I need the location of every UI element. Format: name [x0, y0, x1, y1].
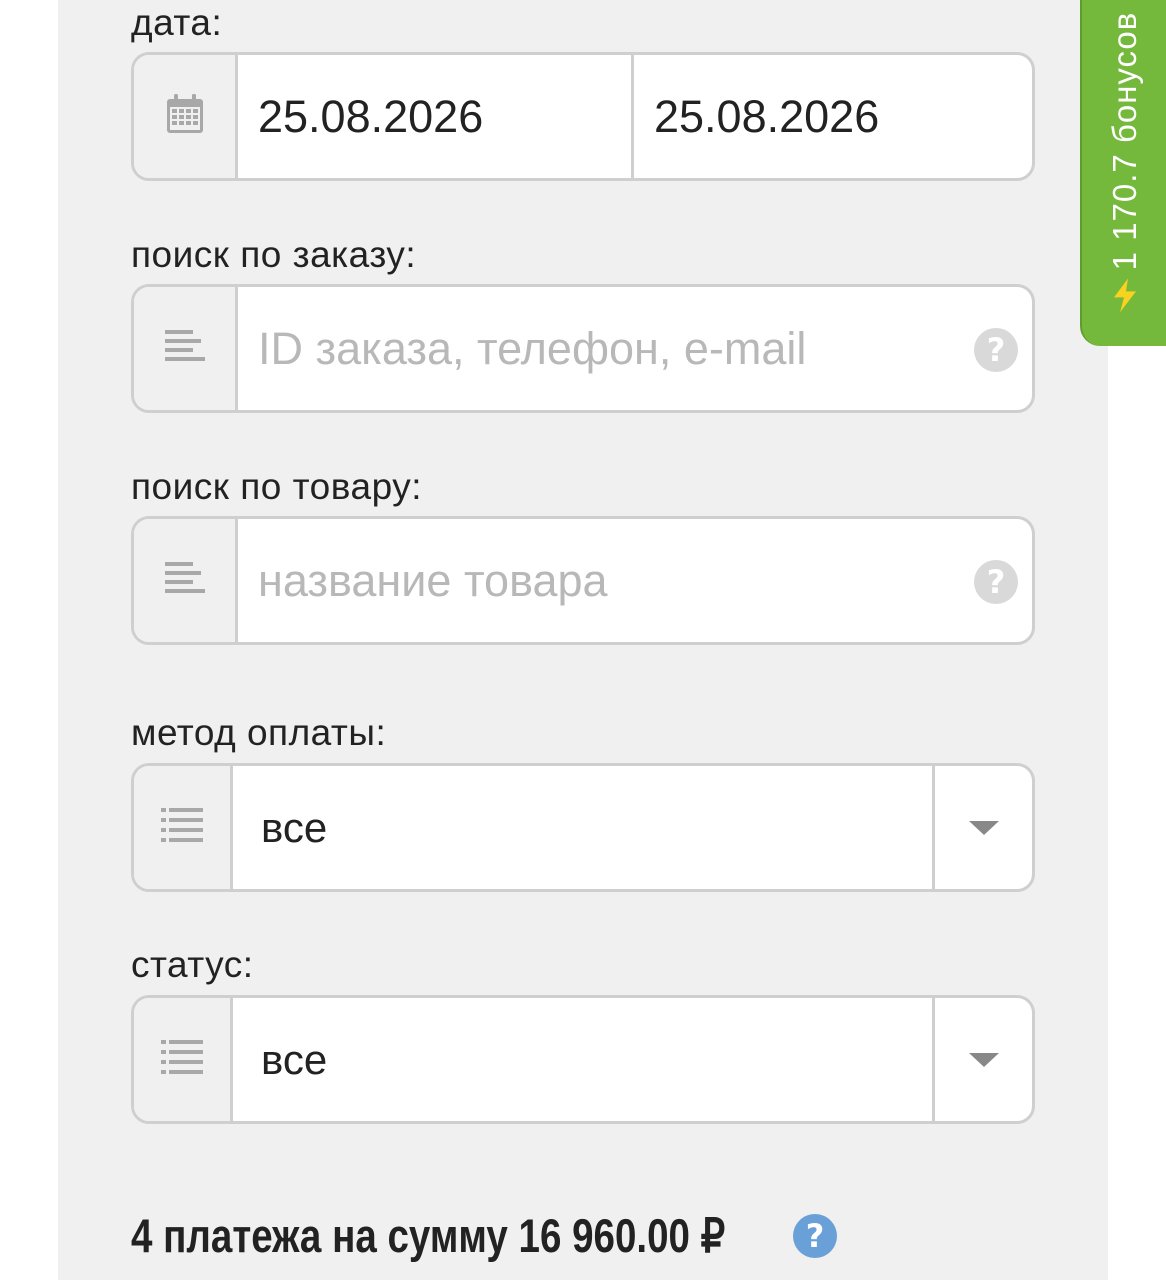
- payment-method-select[interactable]: все: [131, 763, 1035, 892]
- order-search-addon: [134, 287, 238, 410]
- payment-method-value: все: [261, 803, 328, 851]
- date-range-field: 25.08.2026 25.08.2026: [131, 52, 1035, 181]
- order-search-help-icon[interactable]: ?: [974, 328, 1018, 372]
- payment-method-label: метод оплаты:: [131, 712, 387, 753]
- status-select[interactable]: все: [131, 995, 1035, 1124]
- bonus-balance: 1 170.7 бонусов: [1106, 11, 1143, 271]
- date-label: дата:: [131, 2, 223, 43]
- summary-help-icon[interactable]: ?: [793, 1214, 837, 1258]
- payments-summary: 4 платежа на сумму 16 960.00 ₽ ?: [131, 1208, 837, 1264]
- chevron-down-icon: [968, 820, 999, 835]
- date-from-input[interactable]: 25.08.2026: [238, 55, 634, 178]
- lightning-icon: [1108, 278, 1142, 313]
- order-search-label: поиск по заказу:: [131, 234, 417, 275]
- payments-summary-text: 4 платежа на сумму 16 960.00 ₽: [131, 1209, 726, 1262]
- product-search-label: поиск по товару:: [131, 466, 423, 507]
- chevron-down-icon: [968, 1052, 999, 1067]
- bonus-tab-content: 1 170.7 бонусов: [1106, 11, 1144, 313]
- date-to-input[interactable]: 25.08.2026: [634, 55, 1032, 178]
- calendar-icon: [165, 93, 205, 140]
- bonus-tab[interactable]: 1 170.7 бонусов: [1080, 0, 1166, 346]
- list-icon: [161, 808, 203, 847]
- list-icon: [161, 1040, 203, 1079]
- date-addon: [134, 55, 238, 178]
- status-addon: [134, 998, 233, 1121]
- payment-method-addon: [134, 766, 233, 889]
- product-search-field: ?: [131, 516, 1035, 645]
- status-dropdown-toggle[interactable]: [932, 998, 1032, 1121]
- order-search-field: ?: [131, 284, 1035, 413]
- product-search-addon: [134, 519, 238, 642]
- status-value: все: [261, 1035, 328, 1083]
- product-search-input[interactable]: [238, 519, 962, 642]
- payment-method-dropdown-toggle[interactable]: [932, 766, 1032, 889]
- product-search-help-icon[interactable]: ?: [974, 560, 1018, 604]
- align-left-icon: [164, 330, 205, 367]
- align-left-icon: [164, 562, 205, 599]
- status-label: статус:: [131, 944, 254, 985]
- order-search-input[interactable]: [238, 287, 962, 410]
